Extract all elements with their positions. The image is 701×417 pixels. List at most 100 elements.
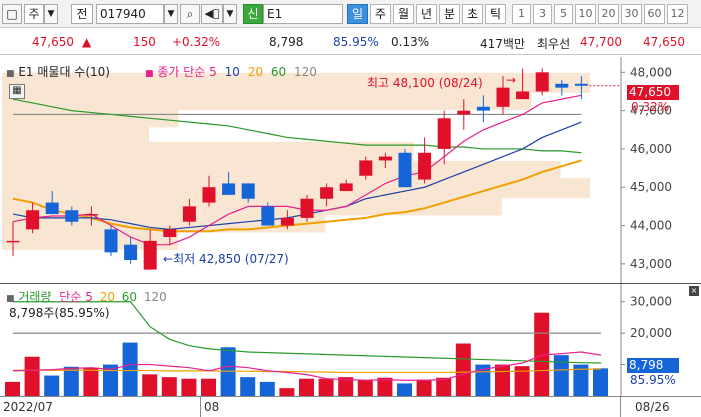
volume-bar: [553, 355, 569, 396]
price-chart-pane[interactable]: 43,000 44,000 45,000 46,000 47,000 48,000 ■ E…: [0, 57, 701, 283]
volume-legend-marker-icon: ■: [6, 294, 15, 304]
legend-ma10: 10: [224, 65, 240, 79]
legend-ma120: 120: [293, 65, 317, 79]
volume-bar: [201, 378, 216, 396]
volume-pct-tag: 85.95%: [630, 373, 676, 387]
volume-bar: [181, 378, 197, 396]
tab-period-month[interactable]: 월: [393, 4, 414, 24]
volume-legend-label: 거래량: [18, 290, 52, 304]
volume-profile-band: [2, 178, 590, 199]
code-dropdown-icon[interactable]: ▼: [164, 4, 178, 24]
low-annotation-text: 최저 42,850 (07/27): [173, 252, 289, 266]
volume-legend[interactable]: ■ 거래량 단순 5 20 60 120: [6, 288, 167, 305]
candle-body: [359, 160, 373, 176]
volume-bar: [377, 377, 393, 396]
price-legend-ma[interactable]: ■ 종가 단순 5 10 20 60 120: [145, 63, 317, 80]
candle-body: [476, 106, 490, 111]
month-divider: [200, 397, 201, 417]
price-tag: 47,650: [627, 85, 679, 100]
candle-body: [182, 206, 196, 222]
tab-interval-5[interactable]: 5: [554, 4, 573, 24]
candle-body: [320, 187, 334, 199]
volume-bar: [357, 380, 373, 396]
tab-period-second[interactable]: 초: [462, 4, 483, 24]
tab-period-day[interactable]: 일: [347, 4, 368, 24]
tab-interval-20[interactable]: 20: [598, 4, 619, 24]
volume-legend-ma60: 60: [121, 290, 138, 304]
tab-period-minute[interactable]: 분: [439, 4, 460, 24]
toolbar: □ 주 ▼ 전 017940 ▼ ⌕ ◀ﾞ ▼ 신 E1 일 주 월 년 분 초…: [0, 0, 701, 28]
volume-bar: [63, 366, 79, 396]
low-arrow-icon: ←: [163, 252, 174, 266]
candle-body: [143, 240, 157, 270]
volume-bar: [122, 342, 138, 396]
market-select[interactable]: 주: [24, 4, 44, 24]
candle-body: [300, 198, 314, 218]
signal-button[interactable]: 신: [243, 4, 263, 24]
volume-bar: [24, 356, 40, 396]
volume-profile-band: [2, 124, 149, 145]
volume-bar: [455, 343, 471, 396]
volume-bar: [397, 383, 412, 396]
candle-body: [339, 183, 353, 192]
tab-interval-10[interactable]: 10: [575, 4, 596, 24]
price-change: 150: [133, 35, 156, 49]
volume-ma20-line: [13, 368, 602, 374]
tab-interval-30[interactable]: 30: [621, 4, 642, 24]
x-label-end: 08/26: [635, 400, 670, 414]
volume-bar: [299, 378, 314, 396]
candle-body: [241, 183, 255, 199]
price-chart[interactable]: 43,00044,00045,00046,00047,00048,000: [0, 57, 701, 283]
candle-body: [516, 91, 530, 100]
volume-chart-pane[interactable]: 10,00020,00030,000 ■ 거래량 단순 5 20 60 120 …: [0, 283, 701, 397]
stock-code-input[interactable]: 017940: [96, 4, 164, 24]
volume-bar: [161, 377, 177, 396]
speaker-dropdown-icon[interactable]: ▼: [223, 4, 237, 24]
volume-ratio: 85.95%: [333, 35, 379, 49]
volume-profile-band: [2, 141, 414, 162]
tab-period-year[interactable]: 년: [416, 4, 437, 24]
candle-body: [574, 83, 588, 86]
change-percent: +0.32%: [172, 35, 221, 49]
up-arrow-icon: ▲: [82, 35, 92, 49]
price-tick-label: 43,000: [630, 257, 672, 271]
volume-tag: 8,798: [627, 358, 679, 373]
x-label-month: 08: [204, 400, 220, 414]
volume-profile-band: [2, 160, 561, 181]
price-tick-label: 44,000: [630, 219, 672, 233]
candle-body: [124, 244, 138, 261]
volume-bar: [279, 388, 295, 396]
volume-profile-band: [2, 90, 532, 111]
axis-divider: [620, 397, 621, 417]
tab-period-tick[interactable]: 틱: [485, 4, 506, 24]
grid-toggle-icon[interactable]: ▦: [9, 84, 25, 99]
candle-body: [104, 229, 118, 253]
close-icon[interactable]: ×: [689, 286, 699, 296]
speaker-icon[interactable]: ◀ﾞ: [201, 4, 223, 24]
search-icon[interactable]: ⌕: [180, 4, 200, 24]
legend-stock-label: E1 매물대 수(10): [18, 65, 110, 79]
candle-body: [45, 202, 59, 215]
candle-body: [437, 118, 451, 149]
tab-interval-3[interactable]: 3: [533, 4, 552, 24]
candle-body: [398, 152, 412, 188]
volume-bar: [142, 374, 158, 396]
all-button[interactable]: 전: [71, 4, 93, 24]
volume-bar: [495, 364, 510, 396]
tab-period-week[interactable]: 주: [370, 4, 391, 24]
tab-interval-1[interactable]: 1: [512, 4, 531, 24]
x-label-start: 2022/07: [3, 400, 53, 414]
tab-interval-120[interactable]: 12: [667, 4, 688, 24]
turnover-percent: 0.13%: [391, 35, 430, 49]
candle-body: [222, 183, 236, 195]
trade-amount: 417백만: [480, 37, 525, 51]
volume-legend-ma5: 5: [85, 290, 93, 304]
candle-body: [280, 217, 294, 226]
tab-interval-60[interactable]: 60: [644, 4, 665, 24]
price-legend-stock[interactable]: ■ E1 매물대 수(10): [6, 63, 110, 80]
market-dropdown-icon[interactable]: ▼: [44, 4, 58, 24]
volume-current-note: 8,798주(85.95%): [9, 306, 110, 320]
volume-bar: [259, 381, 275, 396]
window-menu-icon[interactable]: □: [2, 4, 22, 24]
legend-ma20: 20: [247, 65, 264, 79]
